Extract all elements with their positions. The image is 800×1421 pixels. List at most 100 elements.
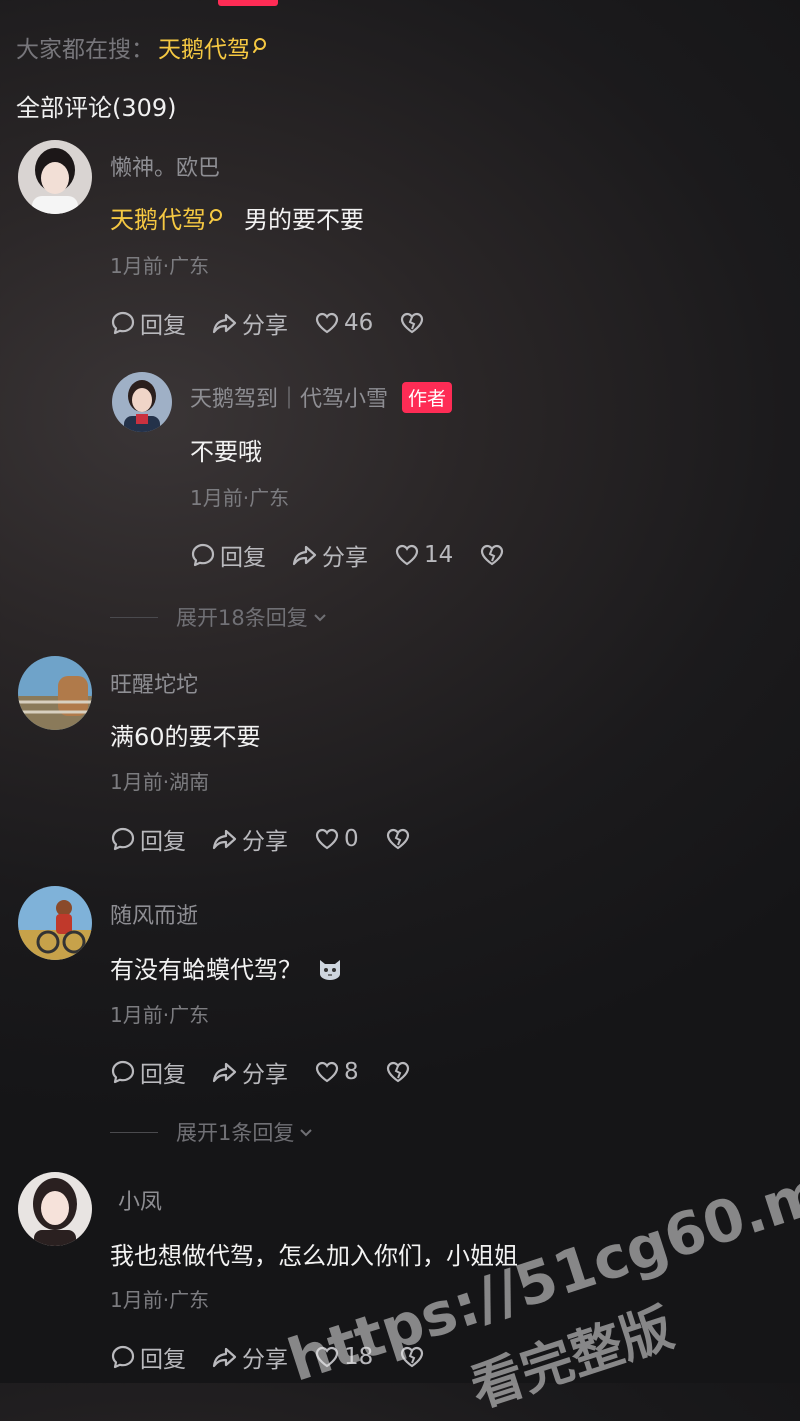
expand-replies-button[interactable]: 展开1条回复 xyxy=(110,1117,314,1147)
search-link-text: 天鹅代驾 xyxy=(110,206,206,234)
share-label: 分享 xyxy=(242,1347,288,1373)
like-count: 46 xyxy=(344,310,374,336)
watermark-caption: 看完整版 xyxy=(464,1298,681,1420)
comment-text: 天鹅代驾 男的要不要 xyxy=(110,200,364,235)
share-button[interactable]: 分享 xyxy=(212,306,288,340)
comment-actions: 回复 分享 18 xyxy=(110,1340,455,1374)
reply-button[interactable]: 回复 xyxy=(110,822,186,856)
share-button[interactable]: 分享 xyxy=(212,1340,288,1374)
divider-line xyxy=(110,616,158,618)
comment-meta: 1月前·广东 xyxy=(110,1003,210,1027)
heart-icon xyxy=(315,828,339,850)
share-arrow-icon xyxy=(212,1347,237,1368)
heart-icon xyxy=(315,1061,339,1083)
reply-button[interactable]: 回复 xyxy=(110,1055,186,1089)
avatar[interactable] xyxy=(18,1172,92,1246)
dislike-button[interactable] xyxy=(479,542,509,568)
comment-text: 有没有蛤蟆代驾？ xyxy=(110,950,344,985)
dislike-button[interactable] xyxy=(385,826,415,852)
chat-bubble-icon xyxy=(191,543,215,567)
search-link[interactable]: 天鹅代驾 xyxy=(110,200,226,235)
share-label: 分享 xyxy=(242,1062,288,1088)
share-arrow-icon xyxy=(212,829,237,850)
comment-username[interactable]: 懒神。欧巴 xyxy=(110,150,220,182)
like-count: 14 xyxy=(424,542,454,568)
reply-button[interactable]: 回复 xyxy=(110,1340,186,1374)
heart-icon xyxy=(315,312,339,334)
reply-actions: 回复 分享 14 xyxy=(190,538,535,572)
comment-text: 满60的要不要 xyxy=(110,723,261,751)
like-count: 8 xyxy=(344,1059,359,1085)
comment-username[interactable]: 随风而逝 xyxy=(110,898,198,930)
comment-meta: 1月前·广东 xyxy=(110,1288,210,1312)
reply-button[interactable]: 回复 xyxy=(110,306,186,340)
share-arrow-icon xyxy=(292,545,317,566)
search-term-text: 天鹅代驾 xyxy=(158,37,250,63)
cat-emoji-icon xyxy=(320,959,340,980)
expand-replies-label: 展开18条回复 xyxy=(176,606,308,630)
expand-replies-button[interactable]: 展开18条回复 xyxy=(110,602,328,632)
like-count: 0 xyxy=(344,826,359,852)
search-icon xyxy=(253,38,266,53)
comment-actions: 回复 分享 0 xyxy=(110,822,441,856)
comment-username[interactable]: 小凤 xyxy=(118,1184,162,1216)
comment-text-body: 有没有蛤蟆代驾？ xyxy=(110,956,302,984)
share-button[interactable]: 分享 xyxy=(292,538,368,572)
avatar[interactable] xyxy=(18,886,92,960)
reply-label: 回复 xyxy=(140,829,186,855)
comment-username[interactable]: 旺醒坨坨 xyxy=(110,667,198,699)
author-username[interactable]: 天鹅驾到｜代驾小雪 xyxy=(190,381,388,413)
reply-text: 不要哦 xyxy=(190,438,262,466)
dislike-button[interactable] xyxy=(399,310,429,336)
comment-text: 我也想做代驾，怎么加入你们，小姐姐 xyxy=(110,1242,518,1270)
chevron-down-icon xyxy=(300,1129,313,1137)
search-suggestion-term[interactable]: 天鹅代驾 xyxy=(158,30,270,64)
comment-actions: 回复 分享 8 xyxy=(110,1055,441,1089)
broken-heart-icon xyxy=(386,828,409,850)
comments-count-header: 全部评论(309) xyxy=(16,94,177,122)
avatar[interactable] xyxy=(18,656,92,730)
reply-label: 回复 xyxy=(140,1062,186,1088)
search-icon xyxy=(209,208,222,224)
like-button[interactable]: 8 xyxy=(314,1059,359,1085)
dislike-button[interactable] xyxy=(399,1344,429,1370)
chevron-down-icon xyxy=(314,614,326,622)
reply-label: 回复 xyxy=(140,313,186,339)
reply-meta: 1月前·广东 xyxy=(190,486,290,510)
divider-line xyxy=(110,1131,158,1133)
chat-bubble-icon xyxy=(111,1060,135,1084)
share-label: 分享 xyxy=(322,545,368,571)
comment-text-body: 男的要不要 xyxy=(244,206,364,234)
expand-replies-label: 展开1条回复 xyxy=(176,1121,295,1145)
dislike-button[interactable] xyxy=(385,1059,415,1085)
share-label: 分享 xyxy=(242,313,288,339)
comment-meta: 1月前·广东 xyxy=(110,254,210,278)
reply-button[interactable]: 回复 xyxy=(190,538,266,572)
chat-bubble-icon xyxy=(111,311,135,335)
comment-meta: 1月前·湖南 xyxy=(110,770,210,794)
avatar[interactable] xyxy=(18,140,92,214)
reply-label: 回复 xyxy=(220,545,266,571)
share-label: 分享 xyxy=(242,829,288,855)
share-button[interactable]: 分享 xyxy=(212,1055,288,1089)
like-count: 18 xyxy=(344,1344,374,1370)
share-arrow-icon xyxy=(212,1062,237,1083)
author-badge: 作者 xyxy=(402,381,453,413)
like-button[interactable]: 14 xyxy=(394,542,453,568)
search-suggestion[interactable]: 大家都在搜： 天鹅代驾 xyxy=(16,30,270,64)
like-button[interactable]: 46 xyxy=(314,310,373,336)
share-button[interactable]: 分享 xyxy=(212,822,288,856)
reply-username: 天鹅驾到｜代驾小雪 作者 xyxy=(190,381,453,413)
like-button[interactable]: 0 xyxy=(314,826,359,852)
broken-heart-icon xyxy=(481,544,504,566)
comment-actions: 回复 分享 46 xyxy=(110,306,455,340)
search-suggestion-prefix: 大家都在搜： xyxy=(16,37,154,63)
chat-bubble-icon xyxy=(111,1345,135,1369)
broken-heart-icon xyxy=(386,1061,409,1083)
heart-icon xyxy=(315,1346,339,1368)
broken-heart-icon xyxy=(401,1346,424,1368)
heart-icon xyxy=(395,544,419,566)
author-avatar[interactable] xyxy=(112,372,172,432)
like-button[interactable]: 18 xyxy=(314,1344,373,1370)
reply-label: 回复 xyxy=(140,1347,186,1373)
